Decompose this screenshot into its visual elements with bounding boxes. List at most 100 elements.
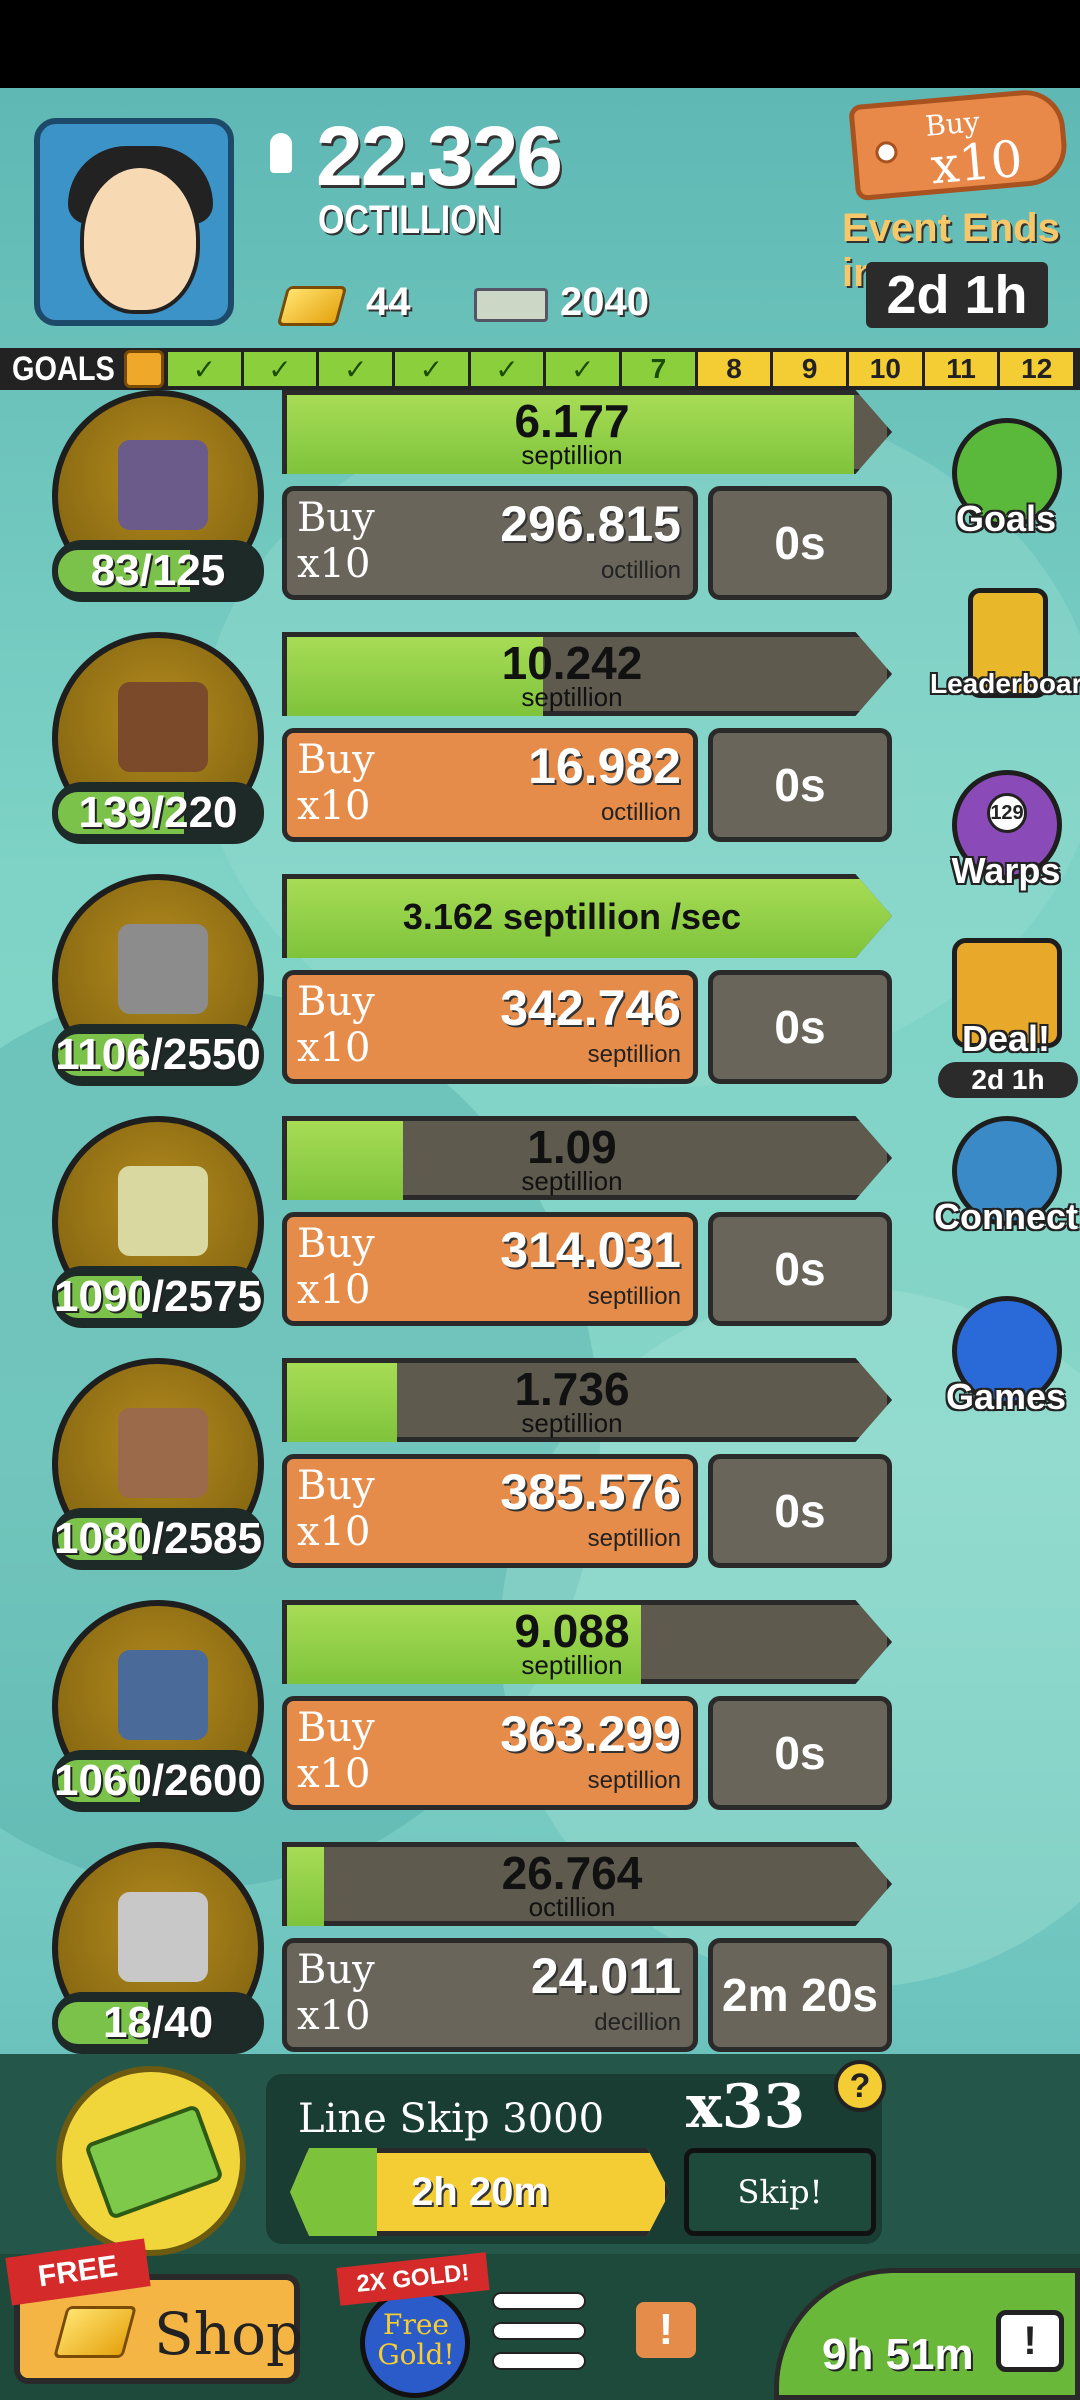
progress-unit: octillion <box>528 1892 616 1922</box>
business-count: 83/125 <box>90 546 226 595</box>
buy-cost-unit: decillion <box>594 2009 681 2036</box>
business-progress[interactable]: 10.242 septillion <box>282 632 892 716</box>
business-count: 1080/2585 <box>54 1514 262 1563</box>
timer-button[interactable]: 0s <box>708 486 892 600</box>
business-progress[interactable]: 3.162 septillion /sec <box>282 874 892 958</box>
side-leaderboard-label: Leaderboard <box>930 668 1080 699</box>
line-skip-icon[interactable] <box>56 2066 246 2256</box>
timer-button[interactable]: 0s <box>708 728 892 842</box>
timer-button[interactable]: 2m 20s <box>708 1938 892 2052</box>
goal-cell: 12 <box>1000 352 1077 386</box>
goals-bar[interactable]: GOALS ✓ ✓ ✓ ✓ ✓ ✓ 7 8 9 10 11 12 <box>0 348 1080 390</box>
business-count: 139/220 <box>78 788 238 837</box>
gold-count: 44 <box>366 280 411 324</box>
business-progress[interactable]: 9.088 septillion <box>282 1600 892 1684</box>
buy-cost: 24.011 <box>530 1948 681 2004</box>
buy-button[interactable]: Buy x10 363.299 septillion <box>282 1696 698 1810</box>
side-deal-button[interactable]: Deal! 2d 1h <box>938 938 1078 1098</box>
skip-button[interactable]: Skip! <box>684 2148 876 2236</box>
business-art-icon <box>118 924 208 1014</box>
goal-cell: ✓ <box>319 352 396 386</box>
line-skip-help-button[interactable]: ? <box>834 2060 886 2112</box>
buy-label: Buy <box>297 737 375 783</box>
business-progress[interactable]: 1.09 septillion <box>282 1116 892 1200</box>
goals-track: ✓ ✓ ✓ ✓ ✓ ✓ 7 8 9 10 11 12 <box>168 352 1077 386</box>
side-connect-button[interactable]: Connect <box>934 1116 1078 1256</box>
status-bar <box>0 0 1080 88</box>
buy-cost: 16.982 <box>528 738 681 794</box>
gold-icon <box>276 286 348 326</box>
side-goals-button[interactable]: Goals <box>938 418 1078 558</box>
business-art-icon <box>118 440 208 530</box>
line-skip-multiplier: x33 <box>686 2072 806 2142</box>
buy-button[interactable]: Buy x10 24.011 decillion <box>282 1938 698 2052</box>
buy-label: Buy <box>297 1947 375 1993</box>
progress-unit: septillion <box>521 1650 623 1680</box>
goals-label: GOALS <box>12 350 115 388</box>
business-progress[interactable]: 26.764 octillion <box>282 1842 892 1926</box>
gold-gem-icon <box>53 2306 137 2358</box>
business-count: 1090/2575 <box>54 1272 262 1321</box>
goal-cell: 8 <box>697 352 774 386</box>
buy-multiplier: x10 <box>297 1267 371 1313</box>
goal-cell: ✓ <box>470 352 547 386</box>
goal-cell: ✓ <box>395 352 471 386</box>
timer-button[interactable]: 0s <box>708 1696 892 1810</box>
buy-label: Buy <box>297 979 375 1025</box>
goal-cell: 7 <box>622 352 698 386</box>
business-row: 83/125 6.177 septillion Buy x10 296.815 … <box>0 390 1080 630</box>
buy-button[interactable]: Buy x10 385.576 septillion <box>282 1454 698 1568</box>
buy-multiplier: x10 <box>297 1751 371 1797</box>
line-skip-time: 2h 20m <box>411 2170 549 2214</box>
buy-button[interactable]: Buy x10 342.746 septillion <box>282 970 698 1084</box>
buy-button[interactable]: Buy x10 296.815 octillion <box>282 486 698 600</box>
alert-icon[interactable]: ! <box>636 2302 696 2358</box>
buy-cost-unit: septillion <box>587 1041 681 1068</box>
buy-multiplier-button[interactable]: Buy x10 <box>848 86 1070 202</box>
buy-label: Buy <box>297 495 375 541</box>
side-games-button[interactable]: Games <box>938 1296 1078 1436</box>
buy-multiplier: x10 <box>297 1509 371 1555</box>
free-gold-label: Free Gold! <box>377 2308 455 2371</box>
buy-multiplier: x10 <box>297 783 371 829</box>
buy-cost-unit: octillion <box>600 799 681 826</box>
timer-button[interactable]: 0s <box>708 970 892 1084</box>
line-skip-bill-icon <box>83 2103 225 2221</box>
buy-cost-unit: octillion <box>600 557 681 584</box>
business-count: 1106/2550 <box>55 1030 261 1079</box>
buy-multiplier: x10 <box>297 1025 371 1071</box>
buy-cost: 314.031 <box>500 1222 681 1278</box>
timer-button[interactable]: 0s <box>708 1212 892 1326</box>
buy-cost-unit: septillion <box>587 1767 681 1794</box>
goal-cell: ✓ <box>243 352 320 386</box>
business-progress[interactable]: 6.177 septillion <box>282 390 892 474</box>
buy-label: Buy <box>297 1221 375 1267</box>
buy-cost: 342.746 <box>500 980 681 1036</box>
buy-label: Buy <box>297 1705 375 1751</box>
business-art-icon <box>118 682 208 772</box>
buy-cost-unit: septillion <box>587 1283 681 1310</box>
event-timer[interactable]: 2d 1h <box>866 262 1048 328</box>
side-deal-label: Deal! <box>961 1018 1051 1059</box>
money-unit: OCTILLION <box>318 198 502 242</box>
business-count: 1060/2600 <box>54 1756 262 1805</box>
business-art-icon <box>118 1408 208 1498</box>
money-value: 22.326 <box>316 109 563 203</box>
business-row: 1080/2585 1.736 septillion Buy x10 385.5… <box>0 1358 1080 1598</box>
buy-button[interactable]: Buy x10 16.982 octillion <box>282 728 698 842</box>
business-progress[interactable]: 1.736 septillion <box>282 1358 892 1442</box>
side-warps-button[interactable]: 129 Warps <box>938 770 1078 910</box>
business-row: 1090/2575 1.09 septillion Buy x10 314.03… <box>0 1116 1080 1356</box>
shop-label: Shop <box>154 2300 304 2368</box>
tv-icon[interactable]: ! <box>996 2310 1064 2372</box>
tag-hole-icon <box>874 140 899 165</box>
bills-count: 2040 <box>560 280 649 324</box>
hamburger-menu-icon[interactable] <box>492 2292 586 2378</box>
timer-button[interactable]: 0s <box>708 1454 892 1568</box>
warps-count: 129 <box>987 793 1027 833</box>
side-leaderboard-button[interactable]: Leaderboard <box>930 588 1080 728</box>
progress-unit: septillion <box>521 1408 623 1438</box>
buy-button[interactable]: Buy x10 314.031 septillion <box>282 1212 698 1326</box>
bill-icon <box>474 288 548 322</box>
avatar[interactable] <box>34 118 234 326</box>
